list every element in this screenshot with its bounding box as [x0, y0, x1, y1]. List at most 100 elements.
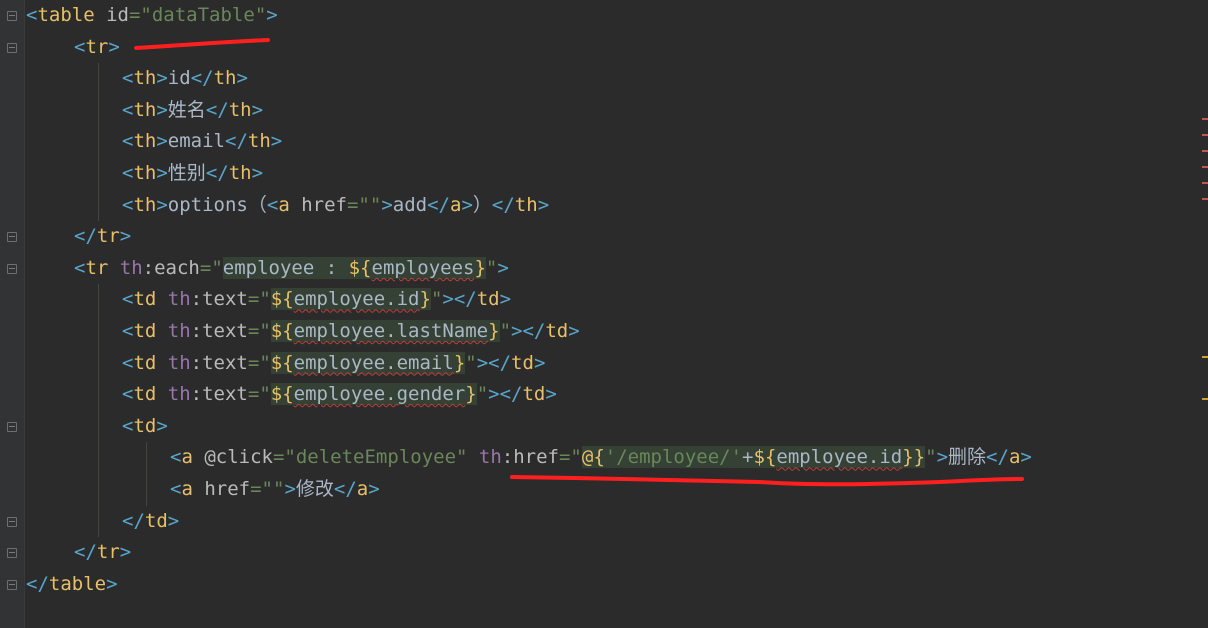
code-token: > [1020, 446, 1032, 469]
fold-end-icon[interactable] [7, 548, 17, 559]
code-token: ="deleteEmployee" [272, 446, 468, 469]
code-token: }} [902, 446, 926, 469]
code-token: :text [190, 288, 248, 311]
code-token: " [465, 351, 477, 374]
code-token: th [467, 446, 502, 469]
code-token: employee.id [776, 446, 903, 469]
code-token: </ [225, 130, 248, 153]
code-token: th [156, 351, 191, 374]
code-token: td [133, 383, 157, 406]
code-token: a [181, 446, 193, 469]
code-token: } [474, 256, 486, 279]
code-token: </ [986, 446, 1009, 469]
code-token: > [266, 4, 278, 26]
code-token: :text [190, 351, 248, 374]
indent-guide [146, 442, 147, 506]
error-stripe-mark[interactable] [1202, 150, 1208, 152]
code-token: td [133, 288, 157, 311]
code-token: </ [491, 193, 515, 216]
code-line[interactable]: <th>options（<a href="">add</a>）</th> [122, 190, 549, 222]
code-token: th [156, 383, 191, 406]
code-token: td [133, 414, 157, 437]
error-stripe-mark[interactable] [1202, 356, 1208, 358]
fold-end-icon[interactable] [7, 516, 17, 527]
code-line[interactable]: <th>性别</th> [122, 158, 263, 190]
error-stripe[interactable] [1198, 0, 1208, 628]
fold-end-icon[interactable] [7, 232, 17, 243]
code-token: > [568, 320, 580, 342]
code-token: < [122, 193, 134, 216]
code-token: th [213, 67, 237, 90]
code-token: </ [205, 98, 229, 121]
code-token: > [497, 256, 509, 279]
code-token: > [156, 67, 168, 90]
code-token: th [108, 256, 143, 279]
code-token: < [122, 414, 134, 437]
error-stripe-mark[interactable] [1202, 166, 1208, 168]
code-token: > [108, 35, 120, 58]
code-token: > [545, 383, 557, 406]
code-token: < [74, 35, 86, 58]
code-line[interactable]: </table> [26, 569, 118, 601]
code-line[interactable]: <tr> [74, 32, 120, 64]
code-editor[interactable]: <table id="dataTable"> <tr> <th>id</th> <th… [0, 0, 1208, 628]
code-token: ="" [346, 193, 382, 216]
code-token: 修改 [295, 478, 334, 500]
error-stripe-mark[interactable] [1202, 198, 1208, 200]
code-token: 姓名 [167, 98, 206, 121]
code-token: > [251, 98, 264, 121]
error-stripe-mark[interactable] [1202, 134, 1208, 136]
code-token: ></ [511, 320, 546, 342]
code-token: ${ [753, 446, 777, 469]
code-token: ） [472, 193, 492, 216]
code-token: ${ [270, 383, 294, 406]
code-line[interactable]: <tr th:each="employee : ${employees}"> [74, 253, 509, 285]
code-token: > [156, 98, 168, 121]
code-token: td [545, 320, 569, 342]
code-token: < [266, 193, 279, 216]
code-token: </ [427, 193, 450, 216]
fold-collapse-icon[interactable] [7, 421, 17, 432]
code-token: > [499, 288, 512, 311]
code-token: th [228, 162, 252, 184]
code-line[interactable]: <th>姓名</th> [122, 95, 263, 127]
error-stripe-mark[interactable] [1202, 182, 1208, 184]
code-line[interactable]: <a @click="deleteEmployee" th:href="@{'/… [170, 442, 1032, 474]
code-line[interactable]: <th>email</th> [122, 126, 282, 158]
code-token: " [485, 256, 498, 279]
code-line[interactable]: <td th:text="${employee.id}"></td> [122, 284, 511, 316]
code-token: employee.lastName [293, 320, 489, 342]
code-token: ${ [270, 288, 294, 311]
fold-collapse-icon[interactable] [7, 11, 17, 21]
code-token: href [192, 478, 251, 500]
code-token: > [156, 130, 168, 153]
code-token: a [278, 193, 290, 216]
fold-collapse-icon[interactable] [7, 263, 17, 274]
error-stripe-mark[interactable] [1202, 118, 1208, 120]
code-line[interactable]: <td> [122, 411, 168, 443]
code-token: > [106, 572, 118, 595]
code-token: ></ [476, 351, 512, 374]
code-line[interactable]: <td th:text="${employee.email}"></td> [122, 348, 545, 380]
code-line[interactable]: <td th:text="${employee.lastName}"></td> [122, 316, 580, 348]
code-area[interactable]: <table id="dataTable"> <tr> <th>id</th> <th… [26, 0, 1196, 628]
code-token: < [122, 351, 134, 374]
code-line[interactable]: </td> [122, 506, 179, 538]
code-line[interactable]: <a href="">修改</a> [170, 474, 380, 506]
fold-end-icon[interactable] [7, 579, 17, 590]
code-token: employee.gender [293, 383, 466, 406]
code-token: < [26, 4, 38, 26]
code-token: td [144, 509, 168, 532]
code-token: </ [74, 225, 97, 248]
code-line[interactable]: <th>id</th> [122, 63, 248, 95]
code-token: </ [122, 509, 145, 532]
error-stripe-mark[interactable] [1202, 398, 1208, 400]
code-token: ></ [442, 288, 477, 311]
code-line[interactable]: <table id="dataTable"> [26, 0, 278, 32]
fold-collapse-icon[interactable] [7, 42, 17, 53]
code-line[interactable]: <td th:text="${employee.gender}"></td> [122, 379, 557, 411]
code-token: < [122, 288, 134, 311]
code-token: > [156, 193, 168, 216]
code-line[interactable]: </tr> [74, 221, 131, 253]
code-line[interactable]: </tr> [74, 537, 131, 569]
